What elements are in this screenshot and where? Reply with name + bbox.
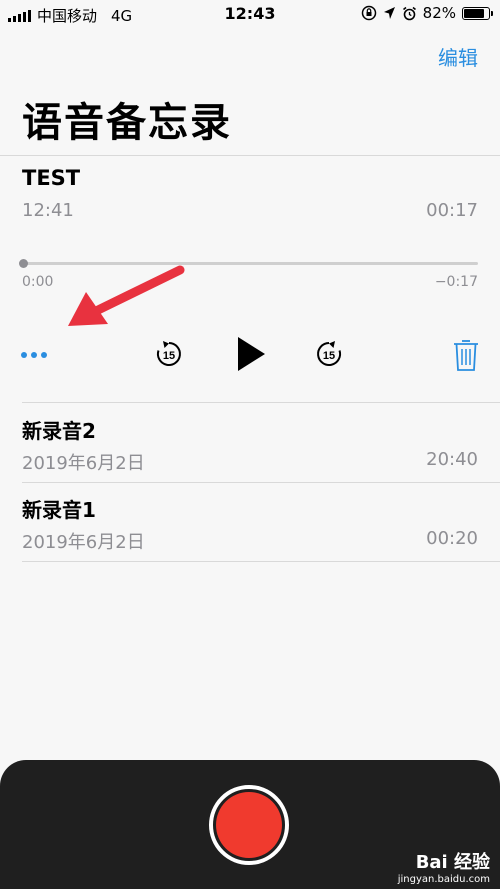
recording-duration: 00:17 (426, 200, 478, 221)
more-options-icon (21, 352, 47, 358)
list-item-date: 2019年6月2日 (22, 532, 145, 553)
battery-percent: 82% (422, 4, 456, 22)
remaining-time: −0:17 (434, 274, 478, 290)
more-options-button[interactable] (18, 340, 52, 370)
annotation-arrow-icon (68, 265, 185, 326)
header-divider (0, 155, 500, 156)
skip-back-label: 15 (163, 350, 175, 362)
status-bar: 中国移动 4G 12:43 82% (0, 0, 500, 30)
alarm-icon (402, 6, 416, 20)
page-title: 语音备忘录 (22, 100, 232, 146)
scrubber-knob[interactable] (19, 259, 28, 268)
play-button[interactable] (234, 335, 268, 373)
row-divider (22, 402, 500, 403)
orientation-lock-icon (361, 5, 376, 21)
row-divider (22, 482, 500, 483)
list-item-duration: 20:40 (426, 449, 478, 470)
skip-forward-label: 15 (323, 350, 335, 362)
watermark-brand: Bai 经验 (415, 852, 490, 873)
record-button[interactable] (209, 785, 289, 865)
list-item-date: 2019年6月2日 (22, 453, 145, 474)
delete-button[interactable] (450, 336, 482, 374)
recording-time: 12:41 (22, 200, 74, 221)
battery-icon (462, 6, 493, 20)
status-right: 82% (361, 4, 493, 22)
record-dot-icon (216, 792, 282, 858)
list-item-title: 新录音2 (22, 419, 96, 443)
recording-title[interactable]: TEST (22, 166, 80, 190)
play-icon (238, 337, 265, 371)
skip-forward-15-icon: 15 (317, 341, 342, 366)
row-divider (22, 561, 500, 562)
skip-back-15-icon: 15 (156, 341, 181, 366)
watermark-url: jingyan.baidu.com (397, 874, 490, 885)
list-item-duration: 00:20 (426, 528, 478, 549)
skip-back-button[interactable]: 15 (152, 337, 186, 371)
watermark: Bai 经验 jingyan.baidu.com (398, 848, 490, 885)
skip-forward-button[interactable]: 15 (312, 337, 346, 371)
elapsed-time: 0:00 (22, 274, 54, 290)
edit-button[interactable]: 编辑 (438, 42, 478, 71)
trash-icon (454, 340, 478, 371)
location-icon (383, 7, 395, 19)
list-item-title: 新录音1 (22, 498, 96, 522)
